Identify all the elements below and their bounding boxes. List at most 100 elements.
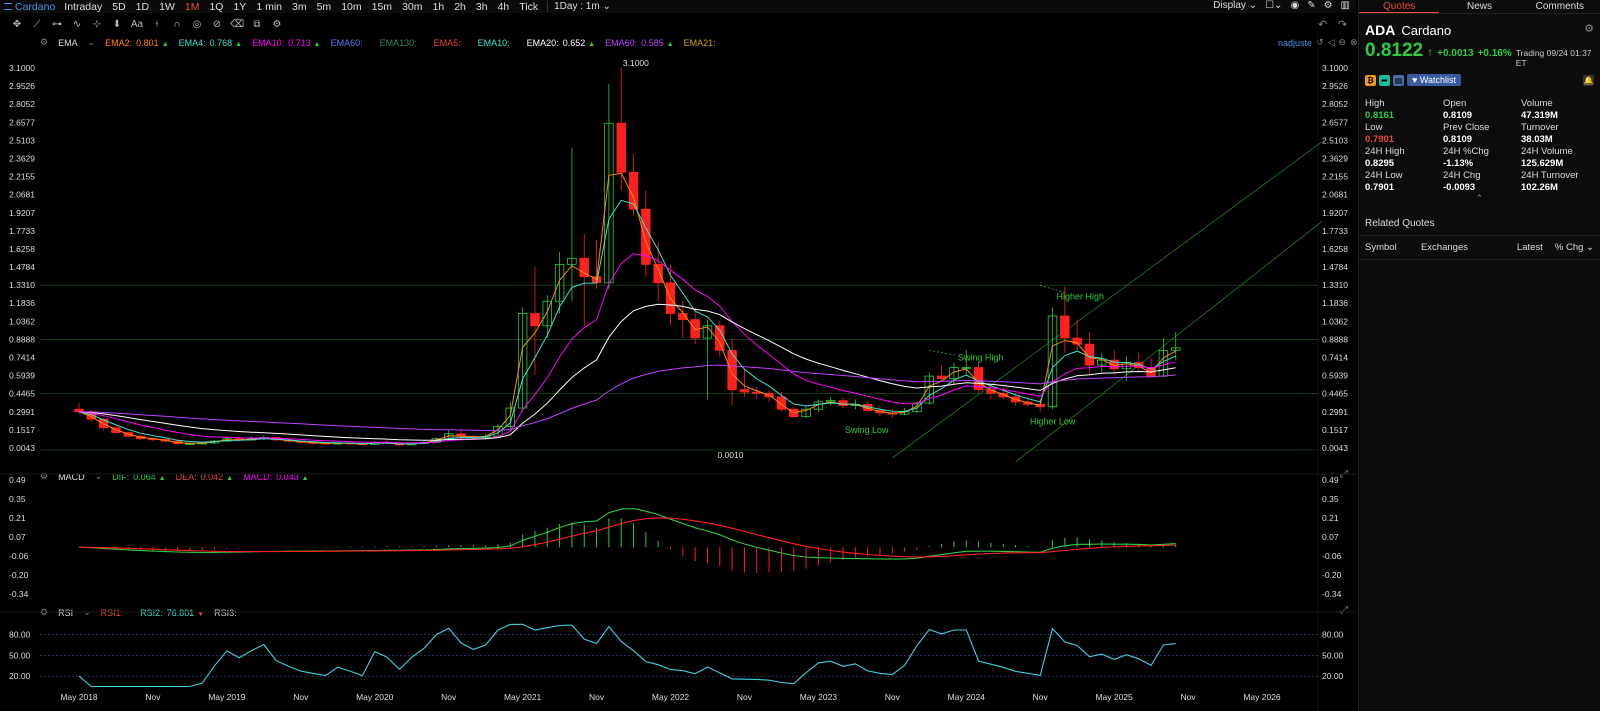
price-tick-left: 0.1517 bbox=[9, 425, 35, 435]
x-axis-label: Nov bbox=[1181, 692, 1197, 702]
x-axis-label: May 2025 bbox=[1095, 692, 1133, 702]
chart-canvas[interactable]: 3.1000 3.1000 2.9526 2.9526 2.8052 2.8052 2.65… bbox=[0, 34, 1356, 711]
stat-value: 102.26M bbox=[1521, 182, 1558, 193]
price-tick-right: 0.5939 bbox=[1322, 371, 1348, 381]
higher-high-label: Higher High bbox=[1057, 291, 1105, 301]
timeframe-tab[interactable]: 1Y bbox=[228, 1, 251, 13]
timeframe-tab[interactable]: 30m bbox=[397, 1, 427, 13]
trading-time: Trading 09/24 01:37 ET bbox=[1515, 48, 1592, 68]
price-tick-left: 2.5103 bbox=[9, 135, 35, 145]
bell-icon[interactable]: 🔔 bbox=[1583, 74, 1594, 86]
display-button[interactable]: Display ⌄ bbox=[1213, 0, 1257, 11]
link-icon[interactable]: ⧉ bbox=[250, 18, 264, 30]
timeframe-tab[interactable]: 15m bbox=[367, 1, 397, 13]
price-tick-right: 1.4784 bbox=[1322, 262, 1348, 272]
stat-value: 125.629M bbox=[1521, 158, 1564, 169]
magnet-icon[interactable]: ∩ bbox=[170, 18, 184, 30]
stat-value: 0.8109 bbox=[1443, 134, 1473, 145]
price-tick-right: 0.8888 bbox=[1322, 334, 1348, 344]
timeframe-tab[interactable]: Tick bbox=[514, 1, 543, 13]
pencil-icon[interactable]: ✎ bbox=[1307, 0, 1315, 11]
candle-body bbox=[653, 264, 663, 284]
timeframe-tab[interactable]: 1D bbox=[131, 1, 154, 13]
collapse-icon[interactable]: ⌃ bbox=[1359, 193, 1600, 204]
stat-value: -0.0093 bbox=[1443, 182, 1476, 193]
panel-tab[interactable]: Comments bbox=[1520, 0, 1600, 13]
timeframe-tab[interactable]: 1 min bbox=[251, 1, 287, 13]
price-tick-left: 0.0043 bbox=[9, 443, 35, 453]
timeframe-tab[interactable]: 2h bbox=[449, 1, 471, 13]
col-pct-chg[interactable]: % Chg ⌄ bbox=[1555, 242, 1594, 253]
note-icon[interactable]: ▤ bbox=[1393, 74, 1404, 86]
arrow-down-icon[interactable]: ⬇ bbox=[110, 18, 124, 30]
panel-tab[interactable]: Quotes bbox=[1359, 0, 1440, 13]
price-tick-left: 2.6577 bbox=[9, 117, 35, 127]
layout-tool-icon[interactable]: ⊹ bbox=[90, 18, 104, 30]
stat-label: Low bbox=[1365, 122, 1383, 133]
col-latest[interactable]: Latest bbox=[1517, 242, 1555, 253]
macd-tick-right: -0.20 bbox=[1322, 570, 1342, 580]
x-axis-label: May 2020 bbox=[356, 692, 394, 702]
price-tick-right: 2.2155 bbox=[1322, 172, 1348, 182]
timeframe-tab[interactable]: 1M bbox=[180, 1, 205, 13]
timeframe-tab[interactable]: 1h bbox=[428, 1, 450, 13]
price-tick-right: 1.6258 bbox=[1322, 244, 1348, 254]
col-exchanges[interactable]: Exchanges bbox=[1421, 242, 1517, 253]
price-tick-right: 0.1517 bbox=[1322, 425, 1348, 435]
crosshair-icon[interactable]: ✥ bbox=[10, 18, 24, 30]
macd-tick-left: -0.20 bbox=[9, 570, 29, 580]
node-tool-icon[interactable]: ⊶ bbox=[50, 18, 64, 30]
coin-icon[interactable]: ₿ bbox=[1365, 74, 1376, 86]
price-tick-right: 2.0681 bbox=[1322, 190, 1348, 200]
panel-tab[interactable]: News bbox=[1439, 0, 1519, 13]
timeframe-tab[interactable]: 5m bbox=[312, 1, 337, 13]
timeframe-tab[interactable]: 10m bbox=[336, 1, 366, 13]
price-change-pct: +0.16% bbox=[1477, 48, 1512, 59]
trash-icon[interactable]: ⌫ bbox=[230, 18, 244, 30]
x-axis-label: May 2021 bbox=[504, 692, 542, 702]
timeframe-tab[interactable]: 4h bbox=[493, 1, 515, 13]
ruler-icon[interactable]: ⟊ bbox=[150, 18, 164, 30]
macd-tick-right: 0.07 bbox=[1322, 532, 1339, 542]
timeframe-tab[interactable]: 3h bbox=[471, 1, 493, 13]
last-price: 0.8122 bbox=[1365, 40, 1424, 61]
stat-value: 0.7901 bbox=[1365, 134, 1395, 145]
camera-icon[interactable]: ◉ bbox=[1290, 0, 1299, 11]
menu-icon bbox=[4, 3, 12, 10]
up-arrow-icon: ↑ bbox=[1427, 45, 1434, 59]
settings-icon[interactable]: ⚙ bbox=[1584, 22, 1594, 35]
line-tool-icon[interactable]: ⟋ bbox=[30, 18, 44, 30]
hide-icon[interactable]: ⊘ bbox=[210, 18, 224, 30]
candle-body bbox=[936, 375, 947, 379]
layout-icon[interactable]: ☐⌄ bbox=[1265, 0, 1282, 11]
x-axis-label: May 2022 bbox=[652, 692, 690, 702]
timeframe-tab[interactable]: 3m bbox=[287, 1, 312, 13]
ema-line-ema2 bbox=[78, 172, 1176, 445]
timeframe-tab[interactable]: 1Q bbox=[204, 1, 228, 13]
display-controls: Display ⌄ ☐⌄ ◉ ✎ ⚙ ▥ bbox=[1213, 0, 1350, 11]
symbol-label: Cardano bbox=[15, 0, 56, 13]
higher-low-label: Higher Low bbox=[1030, 417, 1076, 427]
share-icon[interactable]: ➦ bbox=[1379, 74, 1390, 86]
timeframe-tab[interactable]: Intraday bbox=[59, 1, 107, 13]
ema-line-ema4 bbox=[78, 199, 1176, 445]
col-symbol[interactable]: Symbol bbox=[1365, 242, 1421, 253]
symbol-selector[interactable]: Cardano bbox=[4, 1, 55, 13]
x-axis-label: May 2023 bbox=[800, 692, 838, 702]
gear-icon[interactable]: ⚙ bbox=[270, 18, 284, 30]
stat-value: 0.8109 bbox=[1443, 110, 1473, 121]
macd-tick-left: 0.07 bbox=[9, 532, 26, 542]
panel-toggle-icon[interactable]: ▥ bbox=[1341, 0, 1350, 11]
ema-line-ema10 bbox=[78, 253, 1176, 444]
wave-tool-icon[interactable]: ∿ bbox=[70, 18, 84, 30]
settings-icon[interactable]: ⚙ bbox=[1324, 0, 1333, 11]
interval-select[interactable]: 1Day : 1m ⌄ bbox=[547, 1, 611, 12]
timeframe-tab[interactable]: 1W bbox=[154, 1, 180, 13]
stat-label: 24H Turnover bbox=[1521, 170, 1579, 181]
undo-icon[interactable]: ↶ bbox=[1318, 18, 1327, 31]
redo-icon[interactable]: ↷ bbox=[1338, 18, 1347, 31]
eye-icon[interactable]: ◎ bbox=[190, 18, 204, 30]
timeframe-tab[interactable]: 5D bbox=[107, 1, 130, 13]
watchlist-button[interactable]: ♥ Watchlist bbox=[1407, 74, 1462, 86]
text-tool-icon[interactable]: Aa bbox=[130, 18, 144, 30]
